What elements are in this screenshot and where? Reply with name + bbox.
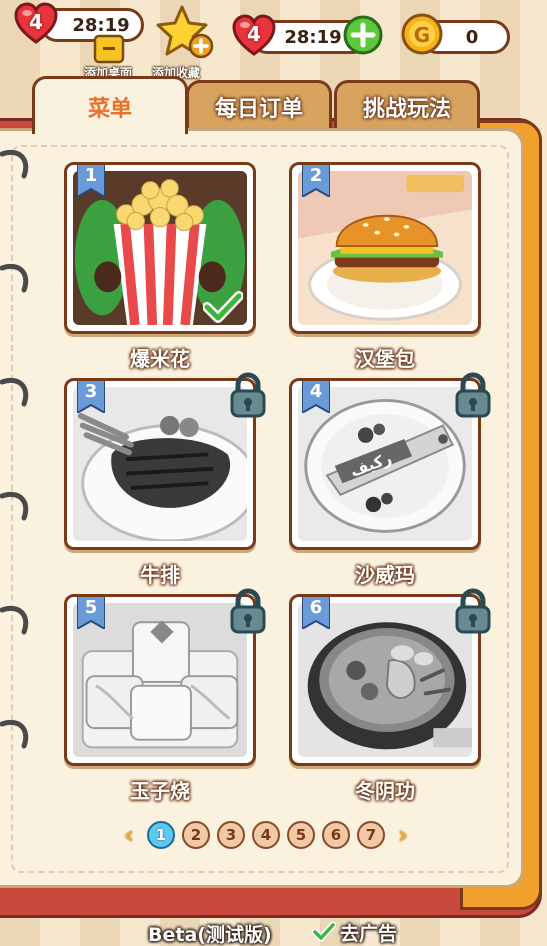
page-button-6[interactable]: 6	[322, 821, 350, 849]
recipe-name: 爆米花	[130, 347, 190, 371]
add-desktop-button[interactable]	[92, 30, 126, 64]
binder-ring-icon	[0, 492, 29, 521]
recipe-number-badge: 4	[302, 381, 330, 413]
recipe-name: 玉子烧	[130, 779, 190, 803]
remove-ads-button[interactable]: 去广告	[312, 918, 397, 946]
recipe-number: 4	[309, 381, 323, 402]
recipe-number: 1	[84, 165, 98, 186]
binder-ring-icon	[0, 720, 29, 749]
tab-daily-orders-label: 每日订单	[214, 96, 303, 122]
recipe-number-badge: 3	[77, 381, 105, 413]
page-button-1[interactable]: 1	[147, 821, 175, 849]
recipe-number-badge: 2	[302, 165, 330, 197]
chevron-right-icon[interactable]: ›	[392, 821, 414, 849]
page-button-7[interactable]: 7	[357, 821, 385, 849]
desktop-icon	[93, 34, 125, 64]
add-lives-button[interactable]	[342, 14, 384, 56]
left-lives-count: 4	[29, 10, 43, 34]
tab-challenge-label: 挑战玩法	[362, 96, 451, 122]
recipe-card-popcorn[interactable]: 1	[64, 162, 256, 334]
page-button-4[interactable]: 4	[252, 821, 280, 849]
recipe-name: 沙威玛	[355, 563, 415, 587]
checkmark-icon	[312, 921, 336, 942]
plus-icon	[343, 15, 383, 55]
top-hud: 28:19 4 添加桌面 添加收藏 28:19 4 0 G	[0, 0, 547, 82]
recipe-card-burger[interactable]: 2	[289, 162, 481, 334]
remove-ads-label: 去广告	[340, 922, 398, 945]
lock-icon	[230, 588, 266, 634]
page-button-2[interactable]: 2	[182, 821, 210, 849]
recipe-name: 牛排	[140, 563, 180, 587]
svg-text:G: G	[414, 23, 430, 47]
tab-daily-orders[interactable]: 每日订单	[186, 80, 332, 130]
page-button-5[interactable]: 5	[287, 821, 315, 849]
binder-ring-icon	[0, 264, 29, 293]
recipe-number: 3	[84, 381, 98, 402]
binder-ring-icon	[0, 606, 29, 635]
add-favorite-button[interactable]	[154, 4, 216, 62]
recipe-name: 汉堡包	[355, 347, 415, 371]
star-plus-icon	[156, 5, 214, 59]
recipe-name: 冬阴功	[355, 779, 415, 803]
chevron-left-icon[interactable]: ‹	[118, 821, 140, 849]
right-lives-count: 4	[247, 22, 261, 46]
left-heart-icon: 4	[14, 2, 58, 44]
recipe-number-badge: 6	[302, 597, 330, 629]
coin-icon: G	[400, 12, 444, 56]
tab-menu-label: 菜单	[87, 96, 132, 122]
tab-menu[interactable]: 菜单	[32, 76, 188, 134]
binder-ring-icon	[0, 378, 29, 407]
recipe-number: 5	[84, 597, 98, 618]
binder-ring-icon	[0, 150, 29, 179]
recipe-number-badge: 5	[77, 597, 105, 629]
version-label: Beta(测试版)	[148, 924, 272, 946]
checkmark-icon	[203, 291, 243, 323]
recipe-number-badge: 1	[77, 165, 105, 197]
lock-icon	[455, 588, 491, 634]
lock-icon	[455, 372, 491, 418]
pagination: ‹ 1 2 3 4 5 6 7 ›	[118, 820, 414, 850]
recipe-number: 2	[309, 165, 323, 186]
right-timer-text: 28:19	[284, 26, 342, 48]
right-heart-icon: 4	[232, 14, 276, 56]
coin-count: 0	[465, 26, 479, 48]
lock-icon	[230, 372, 266, 418]
recipe-number: 6	[309, 597, 323, 618]
page-button-3[interactable]: 3	[217, 821, 245, 849]
tab-challenge[interactable]: 挑战玩法	[334, 80, 480, 130]
